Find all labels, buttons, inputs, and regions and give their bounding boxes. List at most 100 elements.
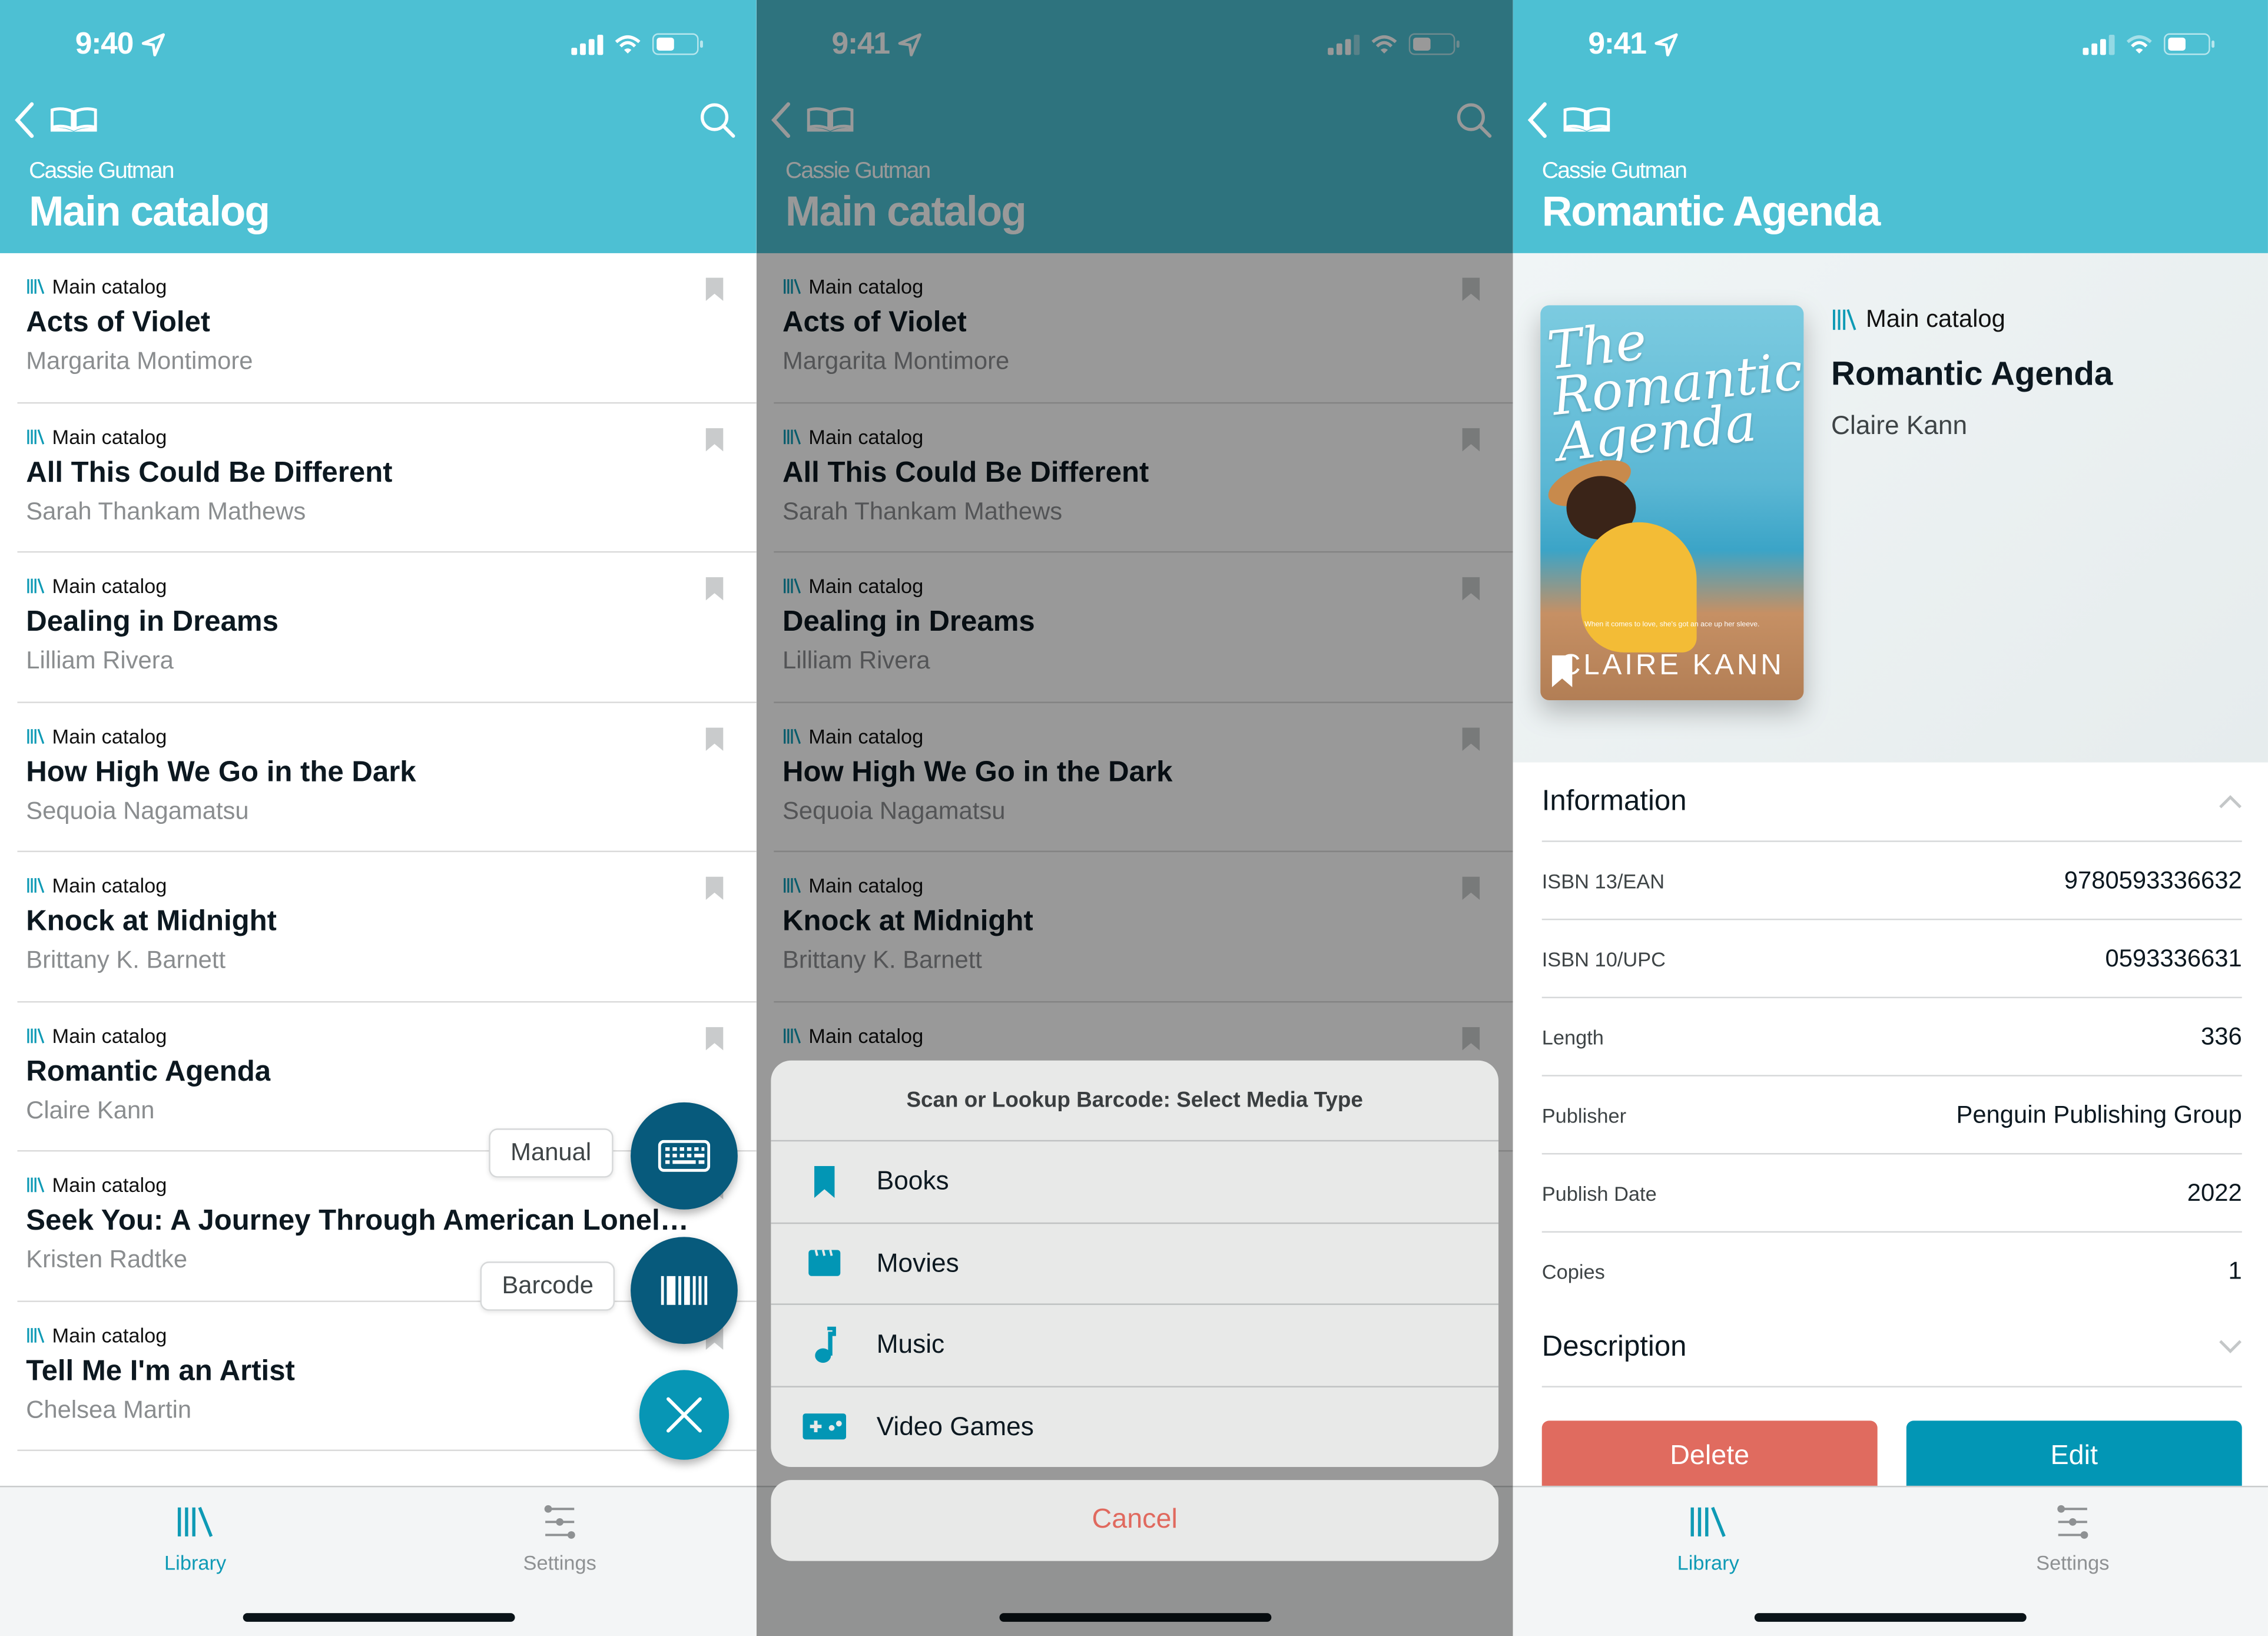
info-value: 2022	[2187, 1178, 2242, 1206]
nav-row	[1527, 98, 2247, 145]
info-value: Penguin Publishing Group	[1956, 1100, 2242, 1128]
option-label: Video Games	[876, 1412, 1034, 1441]
tab-bar: Library Settings	[1513, 1485, 2268, 1636]
bookmark-icon	[813, 1165, 834, 1198]
sliders-icon	[2057, 1505, 2088, 1539]
book-list-item[interactable]: Main catalog How High We Go in the Dark Se…	[17, 703, 757, 852]
tab-label: Library	[164, 1551, 227, 1574]
library-icon	[27, 728, 45, 743]
catalog-name: Main catalog	[52, 1323, 167, 1346]
book-title: How High We Go in the Dark	[26, 756, 416, 788]
section-title: Information	[1541, 784, 1687, 817]
book-author: Sarah Thankam Mathews	[26, 496, 306, 525]
tab-library[interactable]: Library	[108, 1499, 282, 1574]
screen-book-detail: 9:41 Cassie Gutman Romantic Agenda The R…	[1513, 0, 2268, 1636]
book-author: Claire Kann	[26, 1095, 155, 1124]
chevron-up-icon	[2219, 795, 2242, 809]
music-note-icon	[814, 1326, 835, 1363]
library-icon	[27, 578, 45, 594]
open-book-icon[interactable]	[49, 107, 99, 133]
description-header[interactable]: Description	[1541, 1308, 2242, 1387]
bookmark-icon[interactable]	[704, 726, 724, 751]
bookmark-icon[interactable]	[704, 276, 724, 302]
book-author: Kristen Radtke	[26, 1246, 188, 1273]
book-list-item[interactable]: Main catalog Acts of Violet Margarita Mont…	[17, 253, 757, 403]
location-arrow-icon	[141, 33, 165, 57]
open-book-icon[interactable]	[1562, 107, 1612, 133]
location-arrow-icon	[1654, 33, 1678, 57]
close-icon	[667, 1397, 702, 1433]
status-time: 9:40	[75, 28, 165, 62]
library-icon	[177, 1506, 213, 1537]
catalog-label: Main catalog	[26, 874, 167, 897]
catalog-name: Main catalog	[52, 574, 167, 598]
page-title: Main catalog	[29, 189, 270, 236]
catalog-name: Main catalog	[52, 274, 167, 299]
gamepad-icon	[802, 1413, 845, 1440]
book-title: Seek You: A Journey Through American Lon…	[26, 1205, 692, 1237]
book-title: Romantic Agenda	[26, 1055, 271, 1088]
cover-art-figure	[1581, 522, 1697, 653]
tab-library[interactable]: Library	[1622, 1499, 1795, 1574]
catalog-name: Main catalog	[1866, 305, 2005, 333]
bookmark-icon[interactable]	[704, 576, 724, 602]
cancel-button[interactable]: Cancel	[771, 1480, 1499, 1561]
info-key: ISBN 10/UPC	[1541, 946, 1666, 971]
catalog-name: Main catalog	[52, 724, 167, 747]
bookmark-icon[interactable]	[704, 1025, 724, 1051]
cover-author-text: CLAIRE KANN	[1559, 650, 1785, 682]
catalog-name: Main catalog	[52, 1024, 167, 1047]
book-list-item[interactable]: Main catalog Knock at Midnight Brittany K.…	[17, 852, 757, 1002]
info-key: Copies	[1541, 1259, 1605, 1283]
tab-settings[interactable]: Settings	[473, 1499, 646, 1574]
library-icon	[27, 428, 45, 444]
info-value: 1	[2228, 1256, 2242, 1284]
information-header[interactable]: Information	[1541, 763, 2242, 842]
library-icon	[27, 279, 45, 294]
information-section: Information ISBN 13/EAN 9780593336632 ISBN…	[1541, 763, 2242, 1310]
bookmark-icon[interactable]	[704, 875, 724, 901]
library-icon	[27, 877, 45, 893]
option-label: Movies	[876, 1248, 959, 1277]
manual-label-button[interactable]: Manual	[489, 1128, 614, 1178]
barcode-scan-fab[interactable]	[631, 1237, 738, 1344]
book-list-item[interactable]: Main catalog Dealing in Dreams Lilliam Riv…	[17, 552, 757, 703]
barcode-label-button[interactable]: Barcode	[480, 1261, 615, 1311]
search-icon[interactable]	[699, 101, 737, 139]
book-meta: Main catalog Romantic Agenda Claire Kann	[1831, 305, 2113, 441]
wifi-icon	[615, 34, 641, 53]
catalog-label: Main catalog	[26, 275, 167, 298]
edit-button[interactable]: Edit	[1906, 1420, 2242, 1493]
back-chevron-icon[interactable]	[15, 101, 35, 139]
book-author: Margarita Montimore	[26, 347, 253, 375]
library-icon	[27, 1327, 45, 1343]
option-video-games[interactable]: Video Games	[771, 1387, 1498, 1467]
back-chevron-icon[interactable]	[1527, 101, 1547, 139]
delete-button[interactable]: Delete	[1541, 1420, 1878, 1493]
info-key: Publisher	[1541, 1103, 1627, 1127]
tab-settings[interactable]: Settings	[1986, 1499, 2160, 1574]
description-section: Description	[1541, 1308, 2242, 1387]
bookmark-icon[interactable]	[704, 426, 724, 452]
book-cover-image[interactable]: The Romantic Agenda When it comes to lov…	[1540, 305, 1804, 700]
manual-entry-fab[interactable]	[631, 1102, 738, 1210]
screenshot-stage: 9:40 Cassie Gutman Main catalog Main cat…	[0, 0, 2268, 1636]
catalog-label: Main catalog	[26, 1323, 167, 1346]
tab-label: Settings	[2036, 1551, 2110, 1574]
library-icon	[27, 1027, 45, 1043]
cover-title-text: The Romantic Agenda	[1544, 312, 1804, 474]
book-author: Lilliam Rivera	[26, 647, 174, 674]
close-fab[interactable]	[639, 1370, 730, 1460]
book-title: Dealing in Dreams	[26, 606, 278, 638]
book-list-item[interactable]: Main catalog All This Could Be Different S…	[17, 403, 757, 553]
clock: 9:40	[75, 27, 134, 61]
cellular-signal-icon	[571, 34, 604, 55]
cover-tagline: When it comes to love, she's got an ace …	[1584, 620, 1760, 630]
option-music[interactable]: Music	[771, 1305, 1499, 1387]
info-row: Publish Date 2022	[1541, 1154, 2242, 1233]
catalog-label: Main catalog	[26, 425, 167, 448]
bookmark-icon[interactable]	[1549, 654, 1575, 688]
owner-name: Cassie Gutman	[1541, 159, 1687, 184]
option-books[interactable]: Books	[771, 1141, 1499, 1224]
option-movies[interactable]: Movies	[771, 1223, 1499, 1305]
